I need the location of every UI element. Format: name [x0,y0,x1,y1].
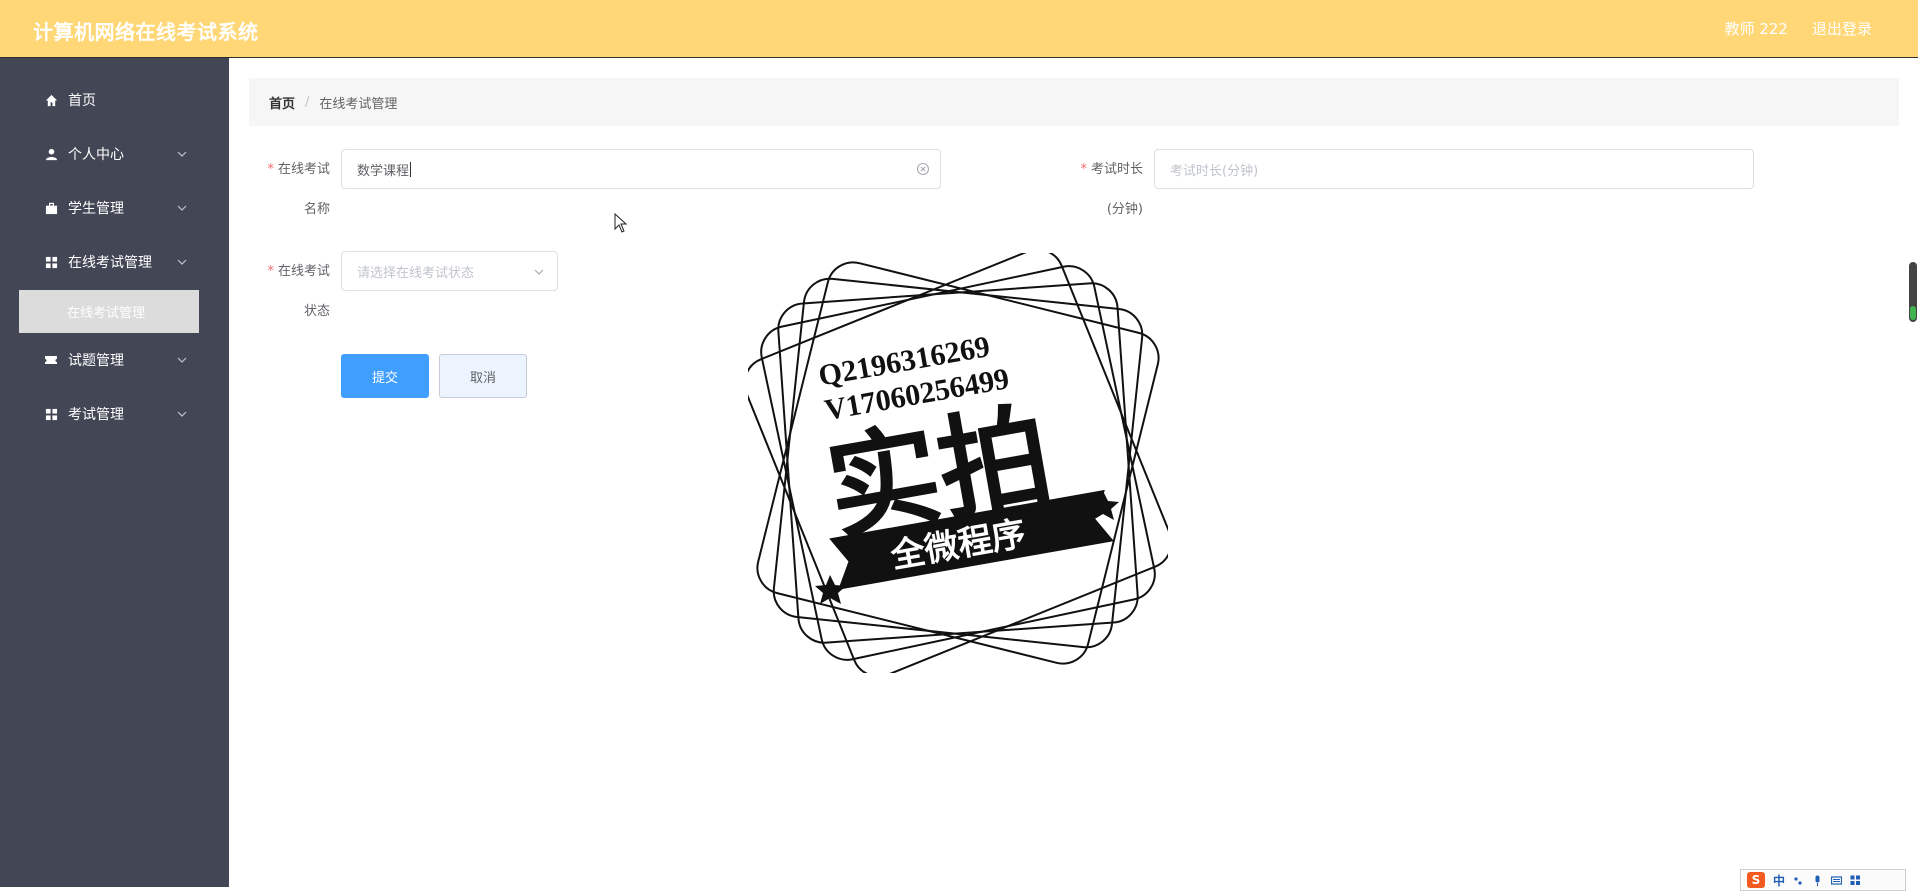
home-icon [44,93,58,107]
clear-icon[interactable] [916,162,930,176]
sidebar-item-exams[interactable]: 考试管理 [0,387,229,441]
ime-language-toggle[interactable]: 中 [1773,872,1785,889]
watermark-stamp: Q2196316269 V17060256499 实拍 全微程序 [748,253,1168,673]
header-user-area: 教师 222 退出登录 [1725,18,1872,39]
user-icon [44,147,58,161]
sidebar-subitem-online-exam-manage[interactable]: 在线考试管理 [19,290,199,333]
sidebar-item-label: 学生管理 [68,201,124,217]
logout-link[interactable]: 退出登录 [1812,18,1872,39]
cancel-button[interactable]: 取消 [439,354,527,398]
sogou-logo-icon: S [1747,872,1765,888]
duration-label: * 考试时长 [1080,162,1143,177]
exam-status-label-cont: 状态 [303,304,330,319]
duration-label-cont: (分钟) [1106,202,1143,217]
chevron-down-icon [177,205,187,211]
ime-toolbar[interactable]: S 中 [1740,869,1906,891]
exam-name-input[interactable]: 数学课程 [341,149,941,189]
required-mark: * [1080,162,1087,177]
sidebar: 首页 个人中心 学生管理 在线考试管理 在线考试管理 试题管理 考试管理 [0,58,229,887]
grid-icon[interactable] [1850,875,1861,886]
sidebar-item-questions[interactable]: 试题管理 [0,333,229,387]
chevron-down-icon [534,269,544,275]
chevron-up-icon [177,259,187,265]
scrollbar-indicator[interactable] [1909,262,1917,322]
chevron-down-icon [177,357,187,363]
sidebar-item-label: 在线考试管理 [68,255,152,271]
required-mark: * [267,264,274,279]
exam-name-label-cont: 名称 [303,202,330,217]
punctuation-icon[interactable] [1793,875,1804,886]
sidebar-item-label: 考试管理 [68,407,124,423]
breadcrumb: 首页 / 在线考试管理 [249,78,1899,126]
breadcrumb-current: 在线考试管理 [319,96,398,112]
current-user: 教师 222 [1724,20,1788,38]
breadcrumb-home[interactable]: 首页 [269,93,295,112]
exam-name-value: 数学课程 [357,163,410,179]
top-header: 计算机网络在线考试系统 教师 222 退出登录 [0,0,1918,58]
exam-status-label: * 在线考试 [267,264,330,279]
grid-icon [44,407,58,421]
briefcase-icon [44,201,58,215]
sidebar-item-label: 试题管理 [68,353,124,369]
exam-status-select[interactable]: 请选择在线考试状态 [341,251,558,291]
breadcrumb-separator: / [305,94,310,110]
text-caret [410,161,412,177]
chevron-down-icon [177,151,187,157]
sidebar-item-online-exam[interactable]: 在线考试管理 [0,235,229,289]
mouse-cursor-icon [614,213,628,233]
app-title: 计算机网络在线考试系统 [33,20,259,44]
microphone-icon[interactable] [1812,875,1823,886]
chevron-down-icon [177,411,187,417]
sidebar-item-profile[interactable]: 个人中心 [0,127,229,181]
duration-input[interactable]: 考试时长(分钟) [1154,149,1754,189]
grid-icon [44,255,58,269]
keyboard-icon[interactable] [1831,875,1843,886]
sidebar-item-label: 个人中心 [68,147,124,163]
exam-status-placeholder: 请选择在线考试状态 [357,265,475,281]
duration-placeholder: 考试时长(分钟) [1170,163,1259,179]
ticket-icon [44,353,58,367]
submit-button[interactable]: 提交 [341,354,429,398]
exam-name-label: * 在线考试 [267,162,330,177]
sidebar-item-home[interactable]: 首页 [0,73,229,127]
required-mark: * [267,162,274,177]
sidebar-item-students[interactable]: 学生管理 [0,181,229,235]
sidebar-item-label: 首页 [68,93,96,109]
